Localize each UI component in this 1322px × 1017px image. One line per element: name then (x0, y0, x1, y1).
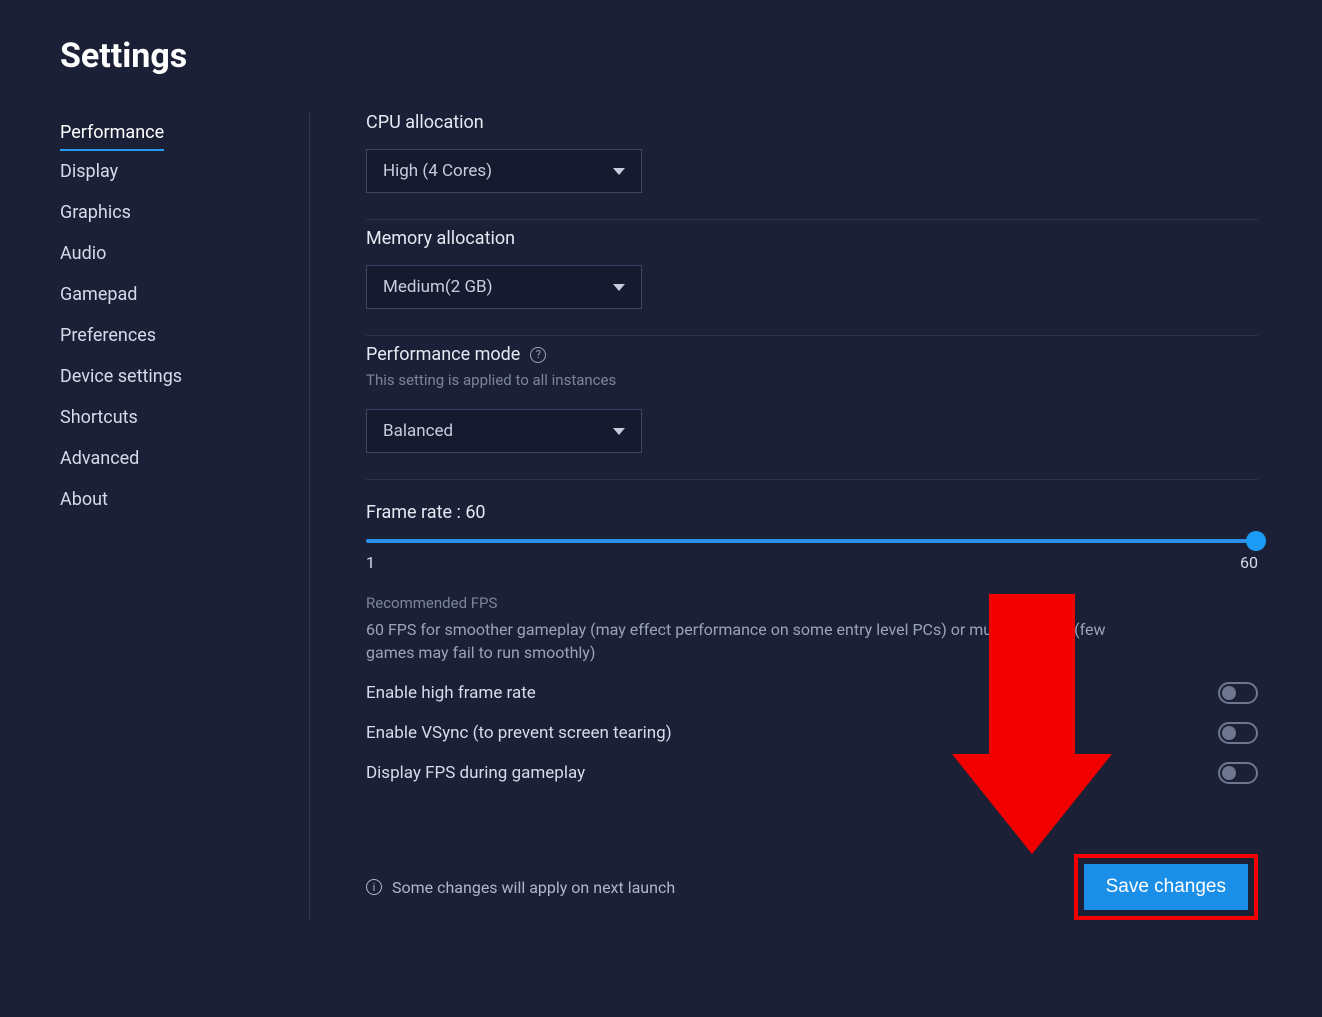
sidebar-item-display[interactable]: Display (60, 151, 118, 192)
enable-vsync-label: Enable VSync (to prevent screen tearing) (366, 723, 672, 743)
enable-vsync-toggle[interactable] (1218, 722, 1258, 744)
chevron-down-icon (613, 428, 625, 435)
cpu-allocation-label: CPU allocation (366, 112, 1258, 133)
frame-rate-max: 60 (1240, 553, 1258, 572)
sidebar-item-device-settings[interactable]: Device settings (60, 356, 182, 397)
sidebar-item-audio[interactable]: Audio (60, 233, 106, 274)
memory-allocation-value: Medium(2 GB) (383, 277, 493, 297)
help-icon[interactable]: ? (530, 347, 546, 363)
slider-thumb[interactable] (1246, 531, 1266, 551)
recommended-fps-body: 60 FPS for smoother gameplay (may effect… (366, 618, 1106, 664)
save-annotation-box: Save changes (1074, 854, 1258, 920)
sidebar-item-performance[interactable]: Performance (60, 112, 164, 151)
sidebar-item-shortcuts[interactable]: Shortcuts (60, 397, 138, 438)
sidebar-item-preferences[interactable]: Preferences (60, 315, 156, 356)
chevron-down-icon (613, 284, 625, 291)
recommended-fps-title: Recommended FPS (366, 594, 1258, 612)
memory-allocation-label: Memory allocation (366, 228, 1258, 249)
footer-note-text: Some changes will apply on next launch (392, 878, 675, 897)
settings-sidebar: Performance Display Graphics Audio Gamep… (60, 112, 310, 920)
performance-mode-label: Performance mode (366, 344, 520, 365)
enable-high-frame-rate-label: Enable high frame rate (366, 683, 536, 703)
sidebar-item-graphics[interactable]: Graphics (60, 192, 131, 233)
sidebar-item-gamepad[interactable]: Gamepad (60, 274, 137, 315)
performance-mode-sub: This setting is applied to all instances (366, 371, 1258, 389)
settings-main: CPU allocation High (4 Cores) Memory all… (310, 112, 1262, 920)
cpu-allocation-select[interactable]: High (4 Cores) (366, 149, 642, 193)
sidebar-item-about[interactable]: About (60, 479, 108, 520)
display-fps-toggle[interactable] (1218, 762, 1258, 784)
info-icon: i (366, 879, 382, 895)
page-title: Settings (60, 36, 1262, 76)
chevron-down-icon (613, 168, 625, 175)
performance-mode-select[interactable]: Balanced (366, 409, 642, 453)
sidebar-item-advanced[interactable]: Advanced (60, 438, 139, 479)
cpu-allocation-value: High (4 Cores) (383, 161, 492, 181)
performance-mode-value: Balanced (383, 421, 453, 441)
frame-rate-min: 1 (366, 553, 375, 572)
frame-rate-slider[interactable] (366, 539, 1258, 543)
display-fps-label: Display FPS during gameplay (366, 763, 585, 783)
memory-allocation-select[interactable]: Medium(2 GB) (366, 265, 642, 309)
save-changes-button[interactable]: Save changes (1084, 864, 1248, 910)
frame-rate-label: Frame rate : 60 (366, 502, 1258, 523)
enable-high-frame-rate-toggle[interactable] (1218, 682, 1258, 704)
